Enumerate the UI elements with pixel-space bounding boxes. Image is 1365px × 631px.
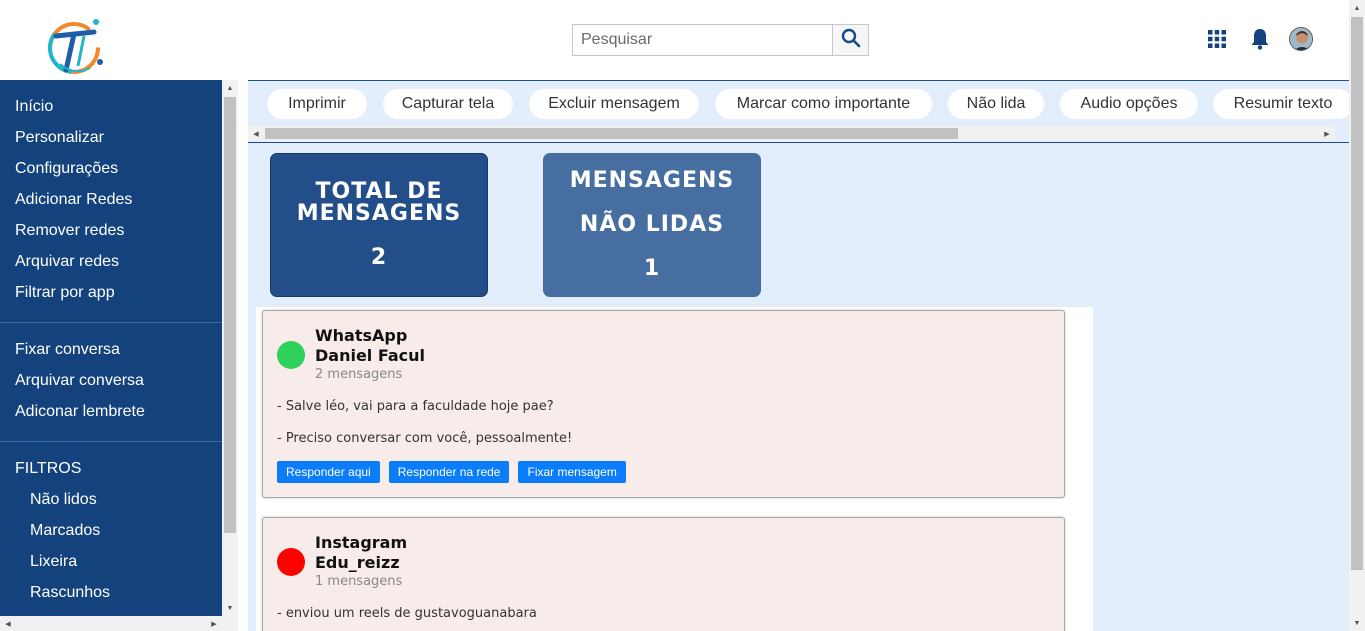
sidebar-item-arquivar-redes[interactable]: Arquivar redes: [15, 253, 119, 271]
sidebar-item-arquivar-conversa[interactable]: Arquivar conversa: [15, 372, 144, 390]
sidebar-filter-lixeira[interactable]: Lixeira: [30, 553, 77, 571]
sidebar-scrollbar-thumb[interactable]: [224, 97, 236, 533]
message-app-name: WhatsApp: [315, 326, 408, 345]
unread-messages-title-line1: MENSAGENS: [569, 168, 735, 193]
total-messages-count: 2: [370, 244, 388, 270]
sidebar-scrollbar[interactable]: ▲ ▼: [222, 80, 238, 616]
total-messages-title-line1: TOTAL DE: [315, 178, 443, 204]
sidebar: Início Personalizar Configurações Adicio…: [0, 80, 222, 616]
messages-list: WhatsApp Daniel Facul 2 mensagens - Salv…: [256, 307, 1093, 631]
sidebar-item-inicio[interactable]: Início: [15, 98, 53, 116]
sidebar-item-fixar-conversa[interactable]: Fixar conversa: [15, 341, 120, 359]
total-messages-card: TOTAL DE MENSAGENS 2: [270, 153, 488, 297]
pin-message-button[interactable]: Fixar mensagem: [518, 461, 626, 483]
summarize-text-chip[interactable]: Resumir texto: [1213, 89, 1349, 119]
user-avatar[interactable]: [1289, 27, 1313, 51]
reply-on-network-button[interactable]: Responder na rede: [388, 461, 510, 483]
sidebar-item-remover-redes[interactable]: Remover redes: [15, 222, 124, 240]
sidebar-filter-rascunhos[interactable]: Rascunhos: [30, 584, 110, 602]
sidebar-divider: [0, 322, 222, 323]
message-count: 1 mensagens: [315, 574, 403, 589]
logo-icon[interactable]: [44, 14, 106, 78]
scroll-down-arrow-icon[interactable]: ▼: [222, 600, 238, 616]
main-content: Imprimir Capturar tela Excluir mensagem …: [248, 80, 1349, 631]
message-count: 2 mensagens: [315, 367, 403, 382]
sidebar-item-personalizar[interactable]: Personalizar: [15, 129, 104, 147]
toolbar-scrollbar-thumb[interactable]: [265, 128, 958, 139]
action-toolbar: Imprimir Capturar tela Excluir mensagem …: [248, 80, 1349, 143]
sidebar-item-adicionar-lembrete[interactable]: Adiconar lembrete: [15, 403, 145, 421]
status-dot-icon: [277, 548, 305, 576]
scroll-up-arrow-icon[interactable]: ▲: [222, 80, 238, 96]
scroll-right-arrow-icon[interactable]: ▶: [1319, 126, 1335, 141]
sidebar-item-adicionar-redes[interactable]: Adicionar Redes: [15, 191, 132, 209]
sidebar-divider: [0, 441, 222, 442]
message-app-name: Instagram: [315, 533, 408, 552]
sidebar-filters-heading: FILTROS: [15, 460, 82, 477]
scroll-left-arrow-icon[interactable]: ◀: [248, 126, 264, 141]
sidebar-item-configuracoes[interactable]: Configurações: [15, 160, 118, 178]
sidebar-filter-marcados[interactable]: Marcados: [30, 522, 100, 540]
message-text: - Preciso conversar com você, pessoalmen…: [277, 431, 573, 446]
search-button[interactable]: [832, 24, 869, 56]
unread-messages-title-line2: NÃO LIDAS: [579, 212, 725, 237]
sidebar-filter-nao-lidos[interactable]: Não lidos: [30, 491, 97, 509]
message-actions: Responder aqui Responder na rede Fixar m…: [277, 461, 635, 483]
scroll-up-arrow-icon[interactable]: ▲: [1349, 0, 1365, 16]
scroll-down-arrow-icon[interactable]: ▼: [1349, 615, 1365, 631]
page-scrollbar[interactable]: ▲ ▼: [1349, 0, 1365, 631]
search-icon: [841, 28, 861, 53]
total-messages-title-line2: MENSAGENS: [296, 200, 462, 226]
header: [0, 0, 1349, 80]
apps-grid-icon[interactable]: [1205, 27, 1229, 51]
search-bar: [572, 24, 869, 56]
message-card[interactable]: Instagram Edu_reizz 1 mensagens - enviou…: [262, 517, 1065, 631]
print-chip[interactable]: Imprimir: [267, 89, 367, 119]
header-actions: [1205, 27, 1313, 51]
reply-here-button[interactable]: Responder aqui: [277, 461, 380, 483]
unread-messages-card: MENSAGENS NÃO LIDAS 1: [543, 153, 761, 297]
search-input[interactable]: [572, 24, 832, 56]
mark-important-chip[interactable]: Marcar como importante: [715, 89, 932, 119]
screenshot-chip[interactable]: Capturar tela: [383, 89, 513, 119]
message-text: - Salve léo, vai para a faculdade hoje p…: [277, 399, 554, 414]
mark-unread-chip[interactable]: Não lida: [948, 89, 1044, 119]
page-scrollbar-thumb[interactable]: [1351, 17, 1363, 570]
scroll-left-arrow-icon[interactable]: ◀: [0, 616, 16, 631]
bell-icon[interactable]: [1248, 27, 1272, 51]
message-text: - enviou um reels de gustavoguanabara: [277, 606, 537, 621]
scroll-right-arrow-icon[interactable]: ▶: [206, 616, 222, 631]
toolbar-scrollbar[interactable]: ◀ ▶: [248, 126, 1335, 141]
sidebar-item-filtrar-por-app[interactable]: Filtrar por app: [15, 284, 115, 302]
sidebar-horizontal-scrollbar[interactable]: ◀ ▶: [0, 616, 238, 631]
unread-messages-count: 1: [643, 256, 661, 281]
delete-message-chip[interactable]: Excluir mensagem: [529, 89, 699, 119]
message-card[interactable]: WhatsApp Daniel Facul 2 mensagens - Salv…: [262, 310, 1065, 498]
message-contact-name: Daniel Facul: [315, 346, 426, 365]
status-dot-icon: [277, 341, 305, 369]
audio-options-chip[interactable]: Audio opções: [1060, 89, 1198, 119]
message-contact-name: Edu_reizz: [315, 553, 400, 572]
